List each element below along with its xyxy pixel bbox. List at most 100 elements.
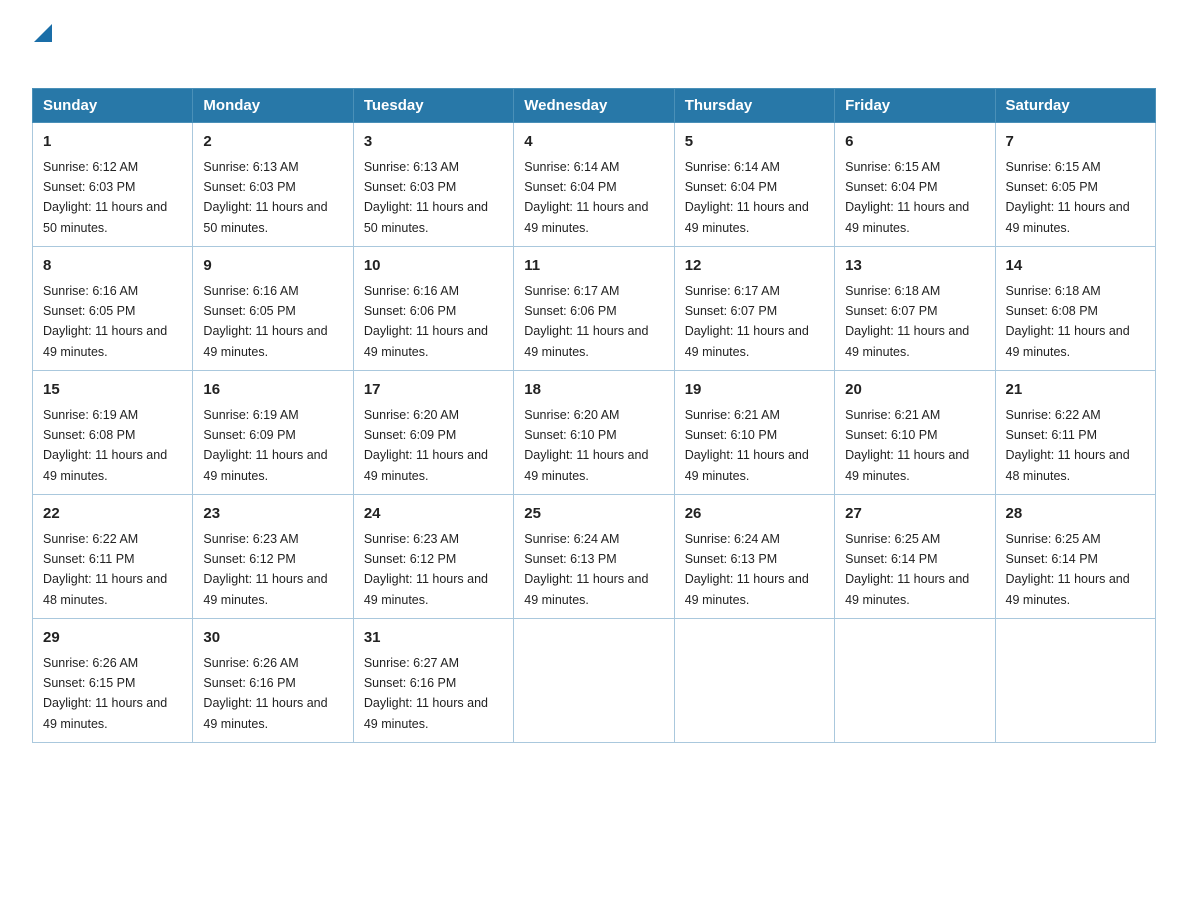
day-number: 18 [524,379,663,402]
day-number: 16 [203,379,342,402]
day-number: 21 [1006,379,1145,402]
weekday-header-tuesday: Tuesday [353,89,513,123]
calendar-cell: 31 Sunrise: 6:27 AMSunset: 6:16 PMDayligh… [353,619,513,743]
calendar-cell: 12 Sunrise: 6:17 AMSunset: 6:07 PMDayligh… [674,247,834,371]
day-number: 9 [203,255,342,278]
day-info: Sunrise: 6:25 AMSunset: 6:14 PMDaylight:… [1006,532,1130,607]
day-info: Sunrise: 6:13 AMSunset: 6:03 PMDaylight:… [203,160,327,235]
calendar-cell: 29 Sunrise: 6:26 AMSunset: 6:15 PMDayligh… [33,619,193,743]
day-number: 27 [845,503,984,526]
day-info: Sunrise: 6:20 AMSunset: 6:10 PMDaylight:… [524,408,648,483]
calendar-cell: 10 Sunrise: 6:16 AMSunset: 6:06 PMDayligh… [353,247,513,371]
day-info: Sunrise: 6:23 AMSunset: 6:12 PMDaylight:… [203,532,327,607]
day-info: Sunrise: 6:17 AMSunset: 6:06 PMDaylight:… [524,284,648,359]
day-number: 28 [1006,503,1145,526]
day-number: 30 [203,627,342,650]
calendar-cell: 13 Sunrise: 6:18 AMSunset: 6:07 PMDayligh… [835,247,995,371]
weekday-header-sunday: Sunday [33,89,193,123]
calendar-cell: 23 Sunrise: 6:23 AMSunset: 6:12 PMDayligh… [193,495,353,619]
calendar-cell: 21Sunrise: 6:22 AMSunset: 6:11 PMDayligh… [995,371,1155,495]
day-number: 10 [364,255,503,278]
calendar-cell: 2Sunrise: 6:13 AMSunset: 6:03 PMDaylight… [193,123,353,247]
page-header [32,24,1156,68]
calendar-week-row: 8 Sunrise: 6:16 AMSunset: 6:05 PMDaylight… [33,247,1156,371]
day-info: Sunrise: 6:22 AMSunset: 6:11 PMDaylight:… [43,532,167,607]
day-number: 1 [43,131,182,154]
day-info: Sunrise: 6:18 AMSunset: 6:07 PMDaylight:… [845,284,969,359]
weekday-header-row: SundayMondayTuesdayWednesdayThursdayFrid… [33,89,1156,123]
calendar-cell: 20 Sunrise: 6:21 AMSunset: 6:10 PMDayligh… [835,371,995,495]
logo [32,24,52,68]
calendar-cell: 9 Sunrise: 6:16 AMSunset: 6:05 PMDaylight… [193,247,353,371]
calendar-cell: 6 Sunrise: 6:15 AMSunset: 6:04 PMDaylight… [835,123,995,247]
day-info: Sunrise: 6:21 AMSunset: 6:10 PMDaylight:… [685,408,809,483]
calendar-week-row: 29 Sunrise: 6:26 AMSunset: 6:15 PMDayligh… [33,619,1156,743]
day-info: Sunrise: 6:21 AMSunset: 6:10 PMDaylight:… [845,408,969,483]
day-number: 15 [43,379,182,402]
day-number: 25 [524,503,663,526]
calendar-cell: 5Sunrise: 6:14 AMSunset: 6:04 PMDaylight… [674,123,834,247]
calendar-week-row: 22 Sunrise: 6:22 AMSunset: 6:11 PMDayligh… [33,495,1156,619]
day-number: 14 [1006,255,1145,278]
calendar-week-row: 15Sunrise: 6:19 AMSunset: 6:08 PMDayligh… [33,371,1156,495]
day-number: 29 [43,627,182,650]
calendar-cell: 27Sunrise: 6:25 AMSunset: 6:14 PMDayligh… [835,495,995,619]
day-number: 17 [364,379,503,402]
day-info: Sunrise: 6:17 AMSunset: 6:07 PMDaylight:… [685,284,809,359]
day-info: Sunrise: 6:14 AMSunset: 6:04 PMDaylight:… [524,160,648,235]
calendar-cell: 22 Sunrise: 6:22 AMSunset: 6:11 PMDayligh… [33,495,193,619]
day-info: Sunrise: 6:27 AMSunset: 6:16 PMDaylight:… [364,656,488,731]
day-number: 23 [203,503,342,526]
day-info: Sunrise: 6:12 AMSunset: 6:03 PMDaylight:… [43,160,167,235]
day-number: 20 [845,379,984,402]
day-number: 8 [43,255,182,278]
calendar-cell: 16 Sunrise: 6:19 AMSunset: 6:09 PMDayligh… [193,371,353,495]
day-number: 31 [364,627,503,650]
calendar-cell: 24 Sunrise: 6:23 AMSunset: 6:12 PMDayligh… [353,495,513,619]
calendar-cell: 15Sunrise: 6:19 AMSunset: 6:08 PMDayligh… [33,371,193,495]
day-info: Sunrise: 6:16 AMSunset: 6:05 PMDaylight:… [43,284,167,359]
day-number: 13 [845,255,984,278]
day-info: Sunrise: 6:16 AMSunset: 6:05 PMDaylight:… [203,284,327,359]
calendar-cell: 4 Sunrise: 6:14 AMSunset: 6:04 PMDaylight… [514,123,674,247]
weekday-header-monday: Monday [193,89,353,123]
day-info: Sunrise: 6:16 AMSunset: 6:06 PMDaylight:… [364,284,488,359]
day-info: Sunrise: 6:20 AMSunset: 6:09 PMDaylight:… [364,408,488,483]
day-info: Sunrise: 6:15 AMSunset: 6:04 PMDaylight:… [845,160,969,235]
weekday-header-saturday: Saturday [995,89,1155,123]
day-number: 4 [524,131,663,154]
day-info: Sunrise: 6:23 AMSunset: 6:12 PMDaylight:… [364,532,488,607]
day-number: 22 [43,503,182,526]
day-info: Sunrise: 6:26 AMSunset: 6:16 PMDaylight:… [203,656,327,731]
calendar-cell: 30 Sunrise: 6:26 AMSunset: 6:16 PMDayligh… [193,619,353,743]
day-number: 6 [845,131,984,154]
day-number: 3 [364,131,503,154]
calendar-cell [674,619,834,743]
calendar-cell: 3Sunrise: 6:13 AMSunset: 6:03 PMDaylight… [353,123,513,247]
weekday-header-thursday: Thursday [674,89,834,123]
day-info: Sunrise: 6:26 AMSunset: 6:15 PMDaylight:… [43,656,167,731]
calendar-cell: 1 Sunrise: 6:12 AMSunset: 6:03 PMDaylight… [33,123,193,247]
day-number: 24 [364,503,503,526]
day-number: 7 [1006,131,1145,154]
calendar-cell: 25Sunrise: 6:24 AMSunset: 6:13 PMDayligh… [514,495,674,619]
day-number: 19 [685,379,824,402]
calendar-table: SundayMondayTuesdayWednesdayThursdayFrid… [32,88,1156,743]
calendar-cell: 28 Sunrise: 6:25 AMSunset: 6:14 PMDayligh… [995,495,1155,619]
calendar-cell [835,619,995,743]
calendar-week-row: 1 Sunrise: 6:12 AMSunset: 6:03 PMDaylight… [33,123,1156,247]
day-info: Sunrise: 6:15 AMSunset: 6:05 PMDaylight:… [1006,160,1130,235]
calendar-cell: 8 Sunrise: 6:16 AMSunset: 6:05 PMDaylight… [33,247,193,371]
day-info: Sunrise: 6:19 AMSunset: 6:09 PMDaylight:… [203,408,327,483]
day-number: 26 [685,503,824,526]
calendar-cell: 14Sunrise: 6:18 AMSunset: 6:08 PMDayligh… [995,247,1155,371]
day-number: 12 [685,255,824,278]
logo-triangle-icon [34,24,52,42]
weekday-header-friday: Friday [835,89,995,123]
day-number: 11 [524,255,663,278]
calendar-cell: 18 Sunrise: 6:20 AMSunset: 6:10 PMDayligh… [514,371,674,495]
day-info: Sunrise: 6:14 AMSunset: 6:04 PMDaylight:… [685,160,809,235]
weekday-header-wednesday: Wednesday [514,89,674,123]
calendar-cell: 17 Sunrise: 6:20 AMSunset: 6:09 PMDayligh… [353,371,513,495]
calendar-cell [995,619,1155,743]
